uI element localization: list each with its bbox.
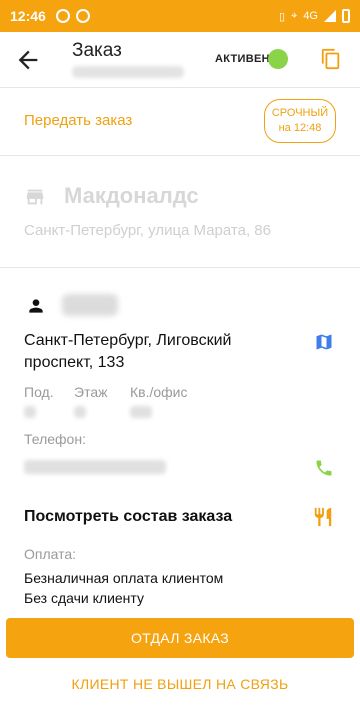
order-delivered-button[interactable]: ОТДАЛ ЗАКАЗ [6,618,354,658]
client-unreachable-button[interactable]: КЛИЕНТ НЕ ВЫШЕЛ НА СВЯЗЬ [6,666,354,702]
order-number-redacted [72,66,184,78]
network-label: 4G [303,10,318,22]
vibrate-icon: ▯ [279,10,286,23]
page-title: Заказ [72,40,122,61]
status-bar: 12:46 ▯ ⌖ 4G [0,0,360,32]
view-order-link[interactable]: Посмотреть состав заказа [24,508,232,526]
phone-number-redacted [24,460,166,474]
transfer-order-link[interactable]: Передать заказ [24,112,132,129]
cutlery-icon[interactable] [312,506,334,528]
apartment-value-redacted [130,406,152,418]
map-icon[interactable] [314,332,334,352]
status-right: ▯ ⌖ 4G [279,9,350,23]
restaurant-name: Макдоналдс [64,183,199,208]
transfer-row: Передать заказ СРОЧНЫЙ на 12:48 [0,88,360,156]
status-indicator [268,49,288,69]
location-icon: ⌖ [291,9,298,22]
notification-icons [55,9,90,23]
restaurant-address: Санкт-Петербург, улица Марата, 86 [24,222,271,239]
client-section: Санкт-Петербург, Лиговский проспект, 133… [0,268,360,618]
urgent-label: СРОЧНЫЙ [271,107,329,119]
payment-method: Безналичная оплата клиентом [24,570,224,586]
floor-value-redacted [74,406,86,418]
signal-icon [324,10,336,22]
battery-icon [342,9,350,23]
payment-label: Оплата: [24,546,77,562]
copy-icon[interactable] [320,48,342,70]
notification-icon [55,9,70,23]
status-time: 12:46 [10,8,46,24]
client-address: Санкт-Петербург, Лиговский проспект, 133 [24,332,232,371]
urgent-badge: СРОЧНЫЙ на 12:48 [264,99,336,143]
apartment-label: Кв./офис [130,384,188,400]
back-arrow-icon[interactable] [14,46,42,74]
phone-label: Телефон: [24,431,86,447]
store-icon [26,189,44,205]
client-name-redacted [62,294,118,316]
phone-icon[interactable] [314,458,334,478]
status-label: АКТИВЕН [215,53,270,65]
person-icon [29,299,43,313]
entrance-value-redacted [24,406,36,418]
urgent-time: на 12:48 [278,122,322,134]
app-header: Заказ АКТИВЕН [0,32,360,88]
floor-label: Этаж [74,384,108,400]
restaurant-section: Макдоналдс Санкт-Петербург, улица Марата… [0,156,360,268]
payment-change: Без сдачи клиенту [24,590,144,606]
entrance-label: Под. [24,384,54,400]
notification-icon [75,9,90,23]
